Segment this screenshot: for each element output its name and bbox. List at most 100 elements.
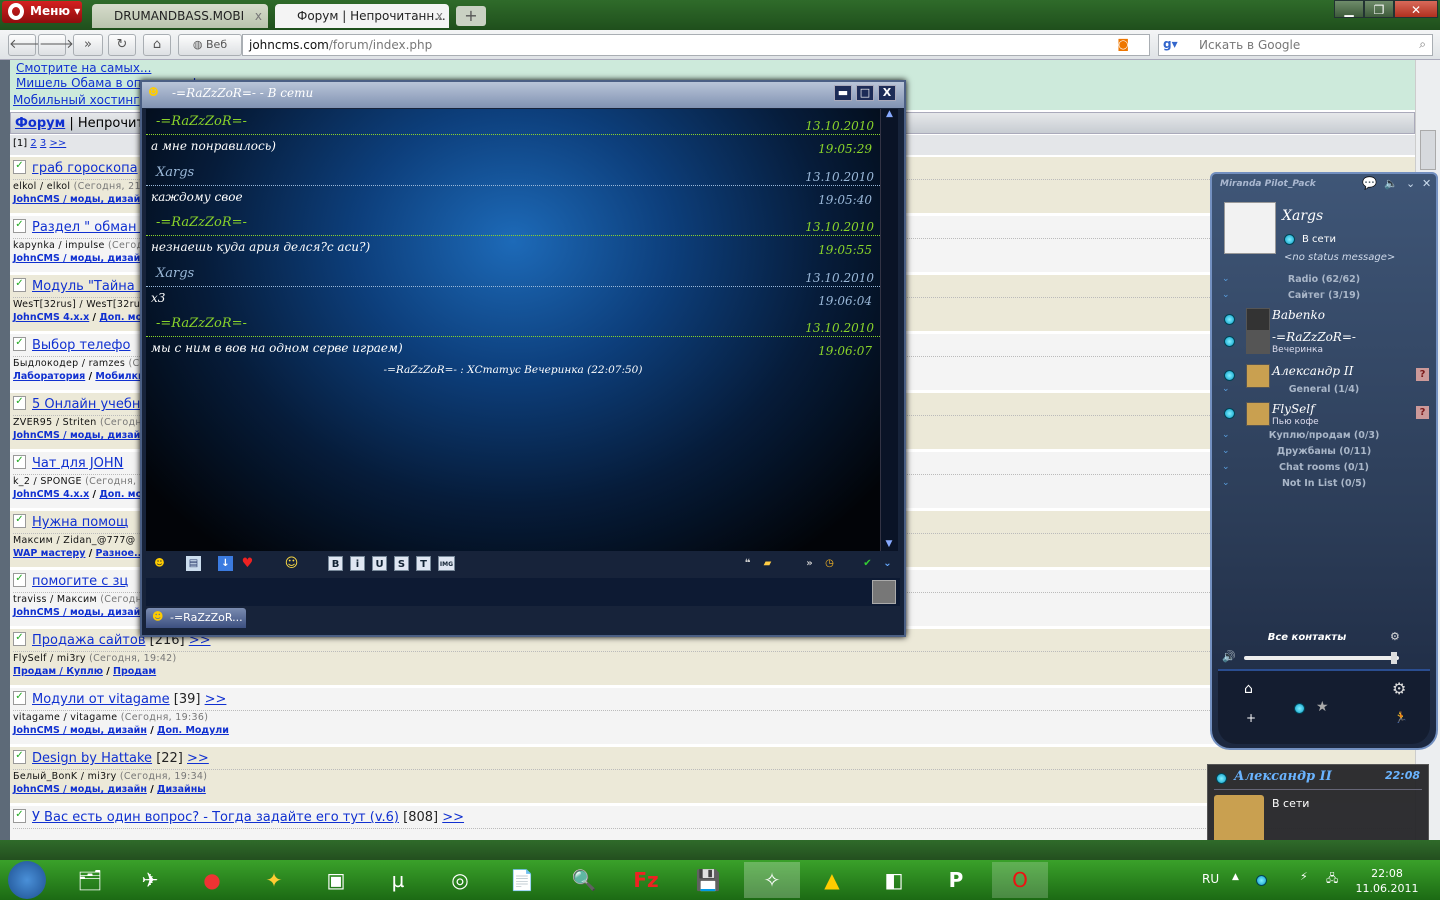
search-input[interactable]: g▾ Искать в Google ⌕ — [1158, 34, 1433, 56]
app-icon[interactable]: ▲ — [806, 862, 858, 898]
clock[interactable]: 22:08 11.06.2011 — [1352, 866, 1422, 896]
close-window-button[interactable]: ✕ — [1394, 0, 1438, 18]
chat-maximize-button[interactable]: □ — [856, 85, 874, 101]
google-icon[interactable]: g▾ — [1163, 37, 1178, 51]
user-avatar[interactable] — [1224, 202, 1276, 254]
tray-expand-icon[interactable]: ▲ — [1232, 872, 1239, 882]
contact-group[interactable]: Сайтег (3/19) — [1212, 290, 1436, 301]
contact-group[interactable]: General (1/4) — [1212, 384, 1436, 395]
topic-link[interactable]: Раздел " обман г — [32, 220, 147, 235]
search-icon[interactable]: ⌕ — [1419, 37, 1426, 52]
close-icon[interactable]: ✕ — [1422, 177, 1431, 190]
topic-link[interactable]: У Вас есть один вопрос? - Тогда задайте … — [32, 810, 399, 825]
topic-link[interactable]: Модули от vitagame — [32, 692, 170, 707]
contact-info-icon[interactable]: ▤ — [186, 556, 201, 571]
message-log[interactable]: -=RaZzZoR=- 13.10.2010 а мне понравилось) 1… — [146, 109, 880, 551]
save-icon[interactable]: 💾 — [682, 862, 734, 898]
category-link[interactable]: Продам — [113, 666, 156, 677]
category-link[interactable]: JohnCMS / моды, дизайн — [13, 194, 147, 205]
heart-icon[interactable]: ♥ — [240, 556, 255, 571]
topic-link[interactable]: Продажа сайтов — [32, 633, 146, 648]
smiley-menu-icon[interactable]: ☻ — [152, 556, 167, 571]
star-icon[interactable]: ★ — [1316, 699, 1329, 715]
category-link[interactable]: Доп. Модули — [157, 725, 229, 736]
tab-forum[interactable]: Форум | Непрочитанн... x — [275, 4, 449, 28]
topic-link[interactable]: Нужна помощ — [32, 515, 128, 530]
app-icon[interactable]: ✈ — [124, 862, 176, 898]
opera-menu-button[interactable]: Меню ▾ — [2, 1, 82, 23]
last-page-link[interactable]: >> — [205, 692, 227, 707]
chat-close-button[interactable]: X — [878, 85, 896, 101]
category-link[interactable]: JohnCMS / моды, дизайн — [13, 253, 147, 264]
breadcrumb-forum-link[interactable]: Форум — [15, 116, 65, 131]
all-contacts-label[interactable]: Все контакты — [1212, 632, 1402, 643]
new-tab-button[interactable]: + — [456, 6, 486, 26]
format-img-button[interactable]: IMG — [438, 556, 455, 571]
topic-link[interactable]: Чат для JOHN — [32, 456, 123, 471]
url-input[interactable]: johncms.com/forum/index.php ◙ — [242, 34, 1150, 56]
options-gear-icon[interactable]: ⚙ — [1392, 679, 1406, 698]
template-icon[interactable]: » — [802, 556, 817, 571]
topic-link[interactable]: 5 Онлайн учебни — [32, 397, 149, 412]
category-link[interactable]: Разное... — [96, 548, 145, 559]
home-button[interactable]: ⌂ — [143, 34, 171, 56]
folder-icon[interactable]: ▰ — [760, 556, 775, 571]
format-u-button[interactable]: U — [372, 556, 387, 571]
log-scrollbar[interactable]: ▲ ▼ — [880, 109, 898, 551]
documents-icon[interactable]: 📄 — [496, 862, 548, 898]
category-link[interactable]: JohnCMS / моды, дизайн — [13, 784, 147, 795]
close-tab-icon[interactable]: x — [436, 9, 443, 23]
format-i-button[interactable]: i — [350, 556, 365, 571]
app-icon[interactable]: P — [930, 862, 982, 898]
online-status-icon[interactable] — [1284, 234, 1295, 245]
reload-button[interactable]: ↻ — [108, 34, 136, 56]
contact-group[interactable]: Radio (62/62) — [1212, 274, 1436, 285]
rss-icon[interactable]: ◙ — [1117, 37, 1129, 51]
quote-icon[interactable]: ❝ — [740, 556, 755, 571]
contact-group[interactable]: Not In List (0/5) — [1212, 478, 1436, 489]
topic-link[interactable]: помогите с зц — [32, 574, 128, 589]
send-check-icon[interactable]: ✔ — [860, 556, 875, 571]
web-badge[interactable]: ◍ Веб — [178, 34, 242, 56]
topic-link[interactable]: граб гороскопа — [32, 161, 138, 176]
send-options-icon[interactable]: ⌄ — [880, 556, 895, 571]
category-link[interactable]: JohnCMS 4.x.x — [13, 312, 89, 323]
running-man-icon[interactable]: 🏃 — [1394, 711, 1408, 724]
minimize-icon[interactable]: ⌄ — [1406, 177, 1415, 190]
tab-drumandbass[interactable]: DRUMANDBASS.MOBI x — [92, 4, 268, 28]
utorrent-icon[interactable]: µ — [372, 862, 424, 898]
home-icon[interactable]: ⌂ — [1244, 681, 1253, 697]
emoticon-icon[interactable]: ☺ — [284, 556, 299, 571]
clock-icon[interactable]: ◷ — [822, 556, 837, 571]
category-link[interactable]: JohnCMS / моды, дизайн — [13, 725, 147, 736]
category-link[interactable]: Дизайны — [157, 784, 206, 795]
volume-icon[interactable]: 🔊 — [1222, 650, 1236, 663]
app-icon[interactable]: ✦ — [248, 862, 300, 898]
film-icon[interactable]: ◎ — [434, 862, 486, 898]
topic-link[interactable]: Модуль "Тайна и — [32, 279, 147, 294]
network-icon[interactable]: 🖧 — [1326, 870, 1338, 889]
format-b-button[interactable]: B — [328, 556, 343, 571]
category-link[interactable]: WAP мастеру — [13, 548, 85, 559]
top-link[interactable]: Мобильный хостинг — [13, 93, 140, 107]
language-indicator[interactable]: RU — [1202, 872, 1219, 886]
close-tab-icon[interactable]: x — [255, 9, 262, 23]
volume-slider[interactable] — [1244, 652, 1399, 664]
contact-name[interactable]: Александр II — [1272, 364, 1353, 378]
search-icon[interactable]: 🔍 — [558, 862, 610, 898]
format-s-button[interactable]: S — [394, 556, 409, 571]
app-icon[interactable]: ● — [186, 862, 238, 898]
back-button[interactable]: 🡐 — [8, 34, 44, 56]
chat-bubbles-icon[interactable]: 💬 — [1362, 176, 1377, 190]
category-link[interactable]: JohnCMS / моды, дизайн — [13, 430, 147, 441]
status-icon[interactable] — [1294, 703, 1305, 714]
opera-task-icon[interactable]: O — [992, 862, 1048, 898]
explorer-icon[interactable]: 🗂 — [64, 862, 116, 898]
category-link[interactable]: Продам / Куплю — [13, 666, 103, 677]
format-t-button[interactable]: T — [416, 556, 431, 571]
app-icon[interactable]: ◧ — [868, 862, 920, 898]
message-input[interactable] — [146, 578, 900, 606]
category-link[interactable]: JohnCMS 4.x.x — [13, 489, 89, 500]
top-link[interactable]: Смотрите на самых... — [16, 61, 151, 75]
miranda-tray-icon[interactable] — [1256, 875, 1267, 886]
